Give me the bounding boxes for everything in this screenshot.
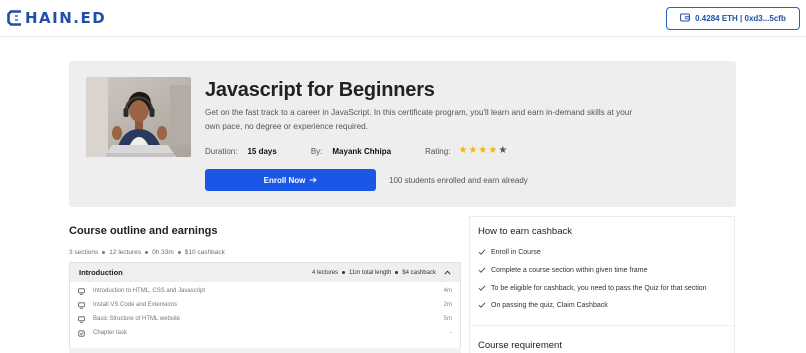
- section-header[interactable]: Introduction 4 lectures 11m total length…: [70, 263, 460, 282]
- separator-dot: [177, 251, 181, 254]
- lecture-title: Chapter task: [93, 330, 128, 336]
- monitor-icon: [78, 315, 85, 323]
- star-filled-icon: ★: [468, 145, 478, 156]
- logo-text: HAIN.ED: [25, 9, 107, 27]
- lecture-duration: 5m: [443, 316, 452, 322]
- panel-divider: [469, 325, 735, 326]
- star-filled-icon: ★: [458, 145, 468, 156]
- cashback-title: How to earn cashback: [478, 226, 572, 237]
- duration-label: Duration:: [205, 146, 238, 156]
- lecture-item[interactable]: Introduction to HTML, CSS and Javascript…: [78, 286, 452, 296]
- requirements-title: Course requirement: [478, 340, 562, 351]
- enroll-button[interactable]: Enroll Now: [205, 169, 376, 191]
- rating-label: Rating:: [425, 146, 451, 156]
- lecture-item[interactable]: Install VS Code and Extensions 2m: [78, 300, 452, 310]
- next-section-strip: [69, 348, 461, 353]
- separator-dot: [342, 271, 346, 274]
- lecture-duration: 2m: [443, 302, 452, 308]
- course-description: Get on the fast track to a career in Jav…: [205, 108, 633, 131]
- wallet-label: 0.4284 ETH | 0xd3...5cfb: [695, 14, 786, 23]
- arrow-right-icon: [309, 176, 318, 185]
- cashback-step: On passing the quiz, Claim Cashback: [478, 300, 608, 310]
- monitor-icon: [78, 301, 85, 309]
- section-introduction: Introduction 4 lectures 11m total length…: [69, 262, 461, 353]
- check-icon: [478, 266, 486, 274]
- duration-value: 15 days: [247, 146, 277, 156]
- lecture-item[interactable]: Basic Structure of HTML website 5m: [78, 314, 452, 324]
- section-cashback: $4 cashback: [402, 269, 436, 276]
- course-title: Javascript for Beginners: [205, 79, 435, 101]
- separator-dot: [102, 251, 106, 254]
- cashback-step-text: To be eligible for cashback, you need to…: [491, 284, 707, 292]
- section-title: Introduction: [79, 268, 123, 277]
- summary-lectures: 12 lectures: [109, 249, 142, 256]
- check-icon: [478, 248, 486, 256]
- lecture-title: Introduction to HTML, CSS and Javascript: [93, 288, 206, 294]
- summary-cashback: $10 cashback: [184, 249, 225, 256]
- task-icon: [78, 329, 85, 337]
- lecture-title: Basic Structure of HTML website: [93, 316, 181, 322]
- cashback-step: To be eligible for cashback, you need to…: [478, 283, 707, 293]
- rating-stars: ★ ★ ★ ★ ★: [458, 146, 507, 156]
- separator-dot: [145, 251, 149, 254]
- wallet-button[interactable]: 0.4284 ETH | 0xd3...5cfb: [666, 7, 800, 30]
- cashback-step-text: On passing the quiz, Claim Cashback: [491, 301, 608, 309]
- logo-mark-icon: [6, 8, 24, 28]
- summary-sections: 3 sections: [69, 249, 99, 256]
- chevron-up-icon[interactable]: [444, 269, 451, 277]
- lecture-duration: 4m: [443, 288, 452, 294]
- star-filled-icon: ★: [488, 145, 498, 156]
- course-hero: Javascript for Beginners Get on the fast…: [69, 61, 736, 207]
- course-meta: Duration: 15 days By: Mayank Chhipa Rati…: [205, 145, 507, 157]
- summary-duration: 0h 33m: [152, 249, 174, 256]
- section-meta: 4 lectures 11m total length $4 cashback: [312, 270, 436, 276]
- author-name[interactable]: Mayank Chhipa: [332, 147, 391, 156]
- outline-title: Course outline and earnings: [69, 225, 218, 237]
- wallet-icon: [680, 13, 691, 24]
- star-empty-icon: ★: [498, 145, 508, 156]
- star-filled-icon: ★: [478, 145, 488, 156]
- section-lectures: 4 lectures: [312, 269, 339, 276]
- outline-summary: 3 sections 12 lectures 0h 33m $10 cashba…: [69, 249, 225, 256]
- author-label: By:: [310, 146, 323, 156]
- monitor-icon: [78, 287, 85, 295]
- enrolled-count: 100 students enrolled and earn already: [389, 176, 528, 185]
- check-icon: [478, 301, 486, 309]
- lecture-title: Install VS Code and Extensions: [93, 302, 178, 308]
- lecture-duration: -: [450, 330, 452, 336]
- course-thumbnail: [86, 77, 191, 157]
- lecture-item[interactable]: Chapter task -: [78, 328, 452, 338]
- cashback-step: Complete a course section within given t…: [478, 265, 647, 275]
- cashback-step-text: Complete a course section within given t…: [491, 266, 648, 274]
- cashback-step-text: Enroll in Course: [491, 248, 541, 256]
- top-bar: HAIN.ED 0.4284 ETH | 0xd3...5cfb: [0, 0, 806, 37]
- separator-dot: [395, 271, 399, 274]
- section-length: 11m total length: [349, 269, 392, 276]
- cashback-step: Enroll in Course: [478, 247, 541, 257]
- brand-logo[interactable]: HAIN.ED: [6, 8, 106, 28]
- check-icon: [478, 284, 486, 292]
- enroll-label: Enroll Now: [263, 175, 306, 185]
